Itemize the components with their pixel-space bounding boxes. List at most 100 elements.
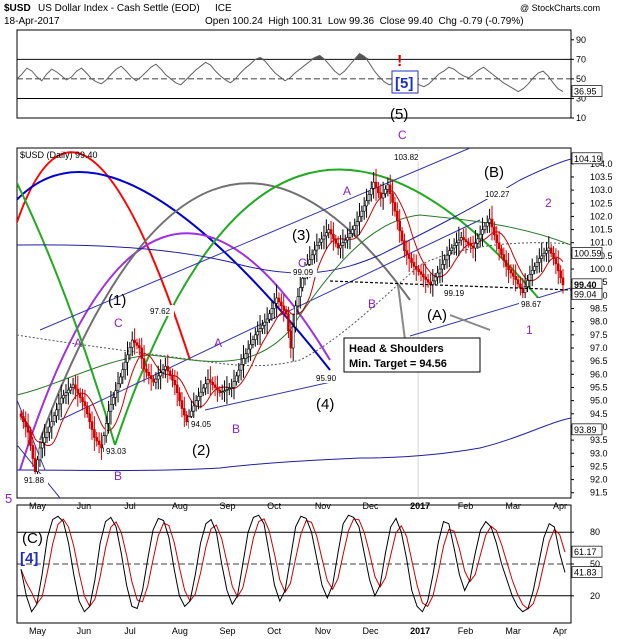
stochastic-month-label: 2017: [410, 626, 430, 636]
price-bar-body: [38, 447, 42, 461]
wave-label-5: (5): [390, 106, 408, 123]
price-bar-body: [178, 392, 181, 401]
price-bar-body: [360, 210, 364, 217]
price-bar-body: [362, 205, 366, 212]
price-tick-label: 94.5: [590, 409, 608, 419]
price-bar-body: [308, 259, 312, 265]
price-bar-body: [483, 225, 487, 230]
price-tick-label: 97.5: [590, 330, 608, 340]
price-tag: 100.59: [574, 249, 602, 259]
price-bar-body: [218, 389, 222, 394]
price-bar-body: [298, 287, 302, 297]
wave-label-4-left: [4]: [20, 550, 38, 567]
price-bar-body: [549, 247, 553, 254]
price-bar-body: [83, 401, 87, 407]
price-bar-body: [457, 239, 461, 244]
price-bar-body: [414, 266, 418, 270]
price-month-label: Sep: [220, 501, 236, 511]
rsi-tick-label: 70: [576, 54, 586, 64]
head-shoulders-callout: Head & Shoulders Min. Target = 94.56: [343, 337, 481, 373]
price-bar-body: [192, 405, 196, 412]
price-bar-body: [474, 243, 477, 249]
price-bar-body: [173, 379, 177, 386]
price-bar-body: [55, 409, 58, 417]
price-bar-body: [220, 391, 224, 394]
price-bar-body: [426, 279, 430, 283]
point-label-low-nov: 95.90: [316, 374, 337, 383]
price-bar-body: [334, 238, 338, 244]
price-tick-label: 101.5: [590, 225, 613, 235]
price-bar-body: [100, 444, 103, 449]
price-bar-body: [33, 458, 37, 472]
price-bar-body: [351, 229, 354, 234]
price-bar-body: [459, 237, 463, 241]
price-bar-body: [284, 309, 288, 315]
price-bar-body: [164, 366, 167, 370]
price-bar-body: [329, 229, 333, 235]
stochastic-axis: 805020: [571, 527, 600, 601]
price-bar-body: [438, 268, 442, 274]
price-bar-body: [244, 353, 248, 359]
wave-label-c-left: (C): [22, 530, 43, 547]
top-marker: !: [397, 53, 402, 70]
price-bar-body: [93, 429, 96, 438]
price-bar-body: [175, 384, 179, 394]
price-bar-body: [246, 348, 250, 355]
rsi-last-value: 36.95: [574, 87, 597, 97]
stochastic-month-label: Nov: [315, 626, 332, 636]
price-bar-body: [36, 459, 39, 472]
price-bar-body: [412, 262, 416, 267]
price-bar-body: [272, 302, 276, 309]
price-bar-body: [310, 254, 314, 260]
price-bar-body: [204, 383, 207, 389]
price-bar-body: [145, 368, 148, 373]
price-bar-body: [528, 274, 532, 281]
price-bar-body: [126, 354, 129, 363]
price-bar-body: [29, 431, 32, 446]
price-bar-body: [287, 313, 290, 332]
price-tick-label: 103.5: [590, 172, 613, 182]
wave-label-b-1: B: [114, 469, 122, 483]
price-bar-body: [381, 193, 385, 199]
price-month-label: May: [29, 501, 47, 511]
stochastic-month-label: Dec: [362, 626, 379, 636]
quote-summary: Open 100.24 High 100.31 Low 99.36 Close …: [205, 16, 524, 27]
wave-label-5-major: [5]: [395, 75, 413, 92]
price-bar-body: [493, 226, 496, 236]
price-bar-body: [538, 258, 541, 263]
price-bar-body: [180, 400, 184, 409]
price-bar-body: [171, 375, 174, 381]
point-label-high-dec: 103.82: [394, 153, 419, 162]
price-bar-body: [535, 262, 539, 267]
wave-label-minor-2: 2: [545, 196, 552, 210]
price-bar-body: [403, 240, 406, 251]
price-bar-body: [422, 274, 425, 278]
stochastic-tick-label: 80: [590, 527, 600, 537]
price-bar-body: [445, 254, 449, 261]
point-label-high-mar: 102.27: [485, 190, 510, 199]
price-bar-body: [76, 388, 80, 394]
price-bar-body: [194, 400, 198, 407]
stochastic-month-label: Mar: [505, 626, 521, 636]
price-bar-body: [386, 184, 390, 190]
chart-date: 18-Apr-2017: [4, 16, 60, 27]
stochastic-month-label: Oct: [267, 626, 282, 636]
price-bar-body: [419, 271, 423, 275]
price-bar-body: [526, 280, 529, 287]
price-bar-body: [62, 395, 65, 399]
price-bar-body: [469, 243, 472, 247]
price-bar-body: [346, 237, 349, 241]
point-label-low-june: 93.03: [106, 447, 127, 456]
price-bar-body: [168, 370, 172, 376]
price-bar-body: [301, 277, 304, 288]
price-bar-body: [90, 421, 94, 430]
price-bar-body: [478, 233, 482, 240]
price-bar-body: [322, 235, 326, 240]
price-tick-label: 101.0: [590, 238, 613, 248]
price-panel: 104.0103.5103.0102.5102.0101.5101.0100.5…: [16, 106, 613, 499]
price-bar-body: [471, 245, 475, 249]
stochastic-month-label: May: [29, 626, 47, 636]
price-bar-body: [561, 277, 565, 286]
price-bar-body: [48, 426, 51, 433]
price-panel-title: $USD (Daily) 99.40: [20, 150, 98, 160]
